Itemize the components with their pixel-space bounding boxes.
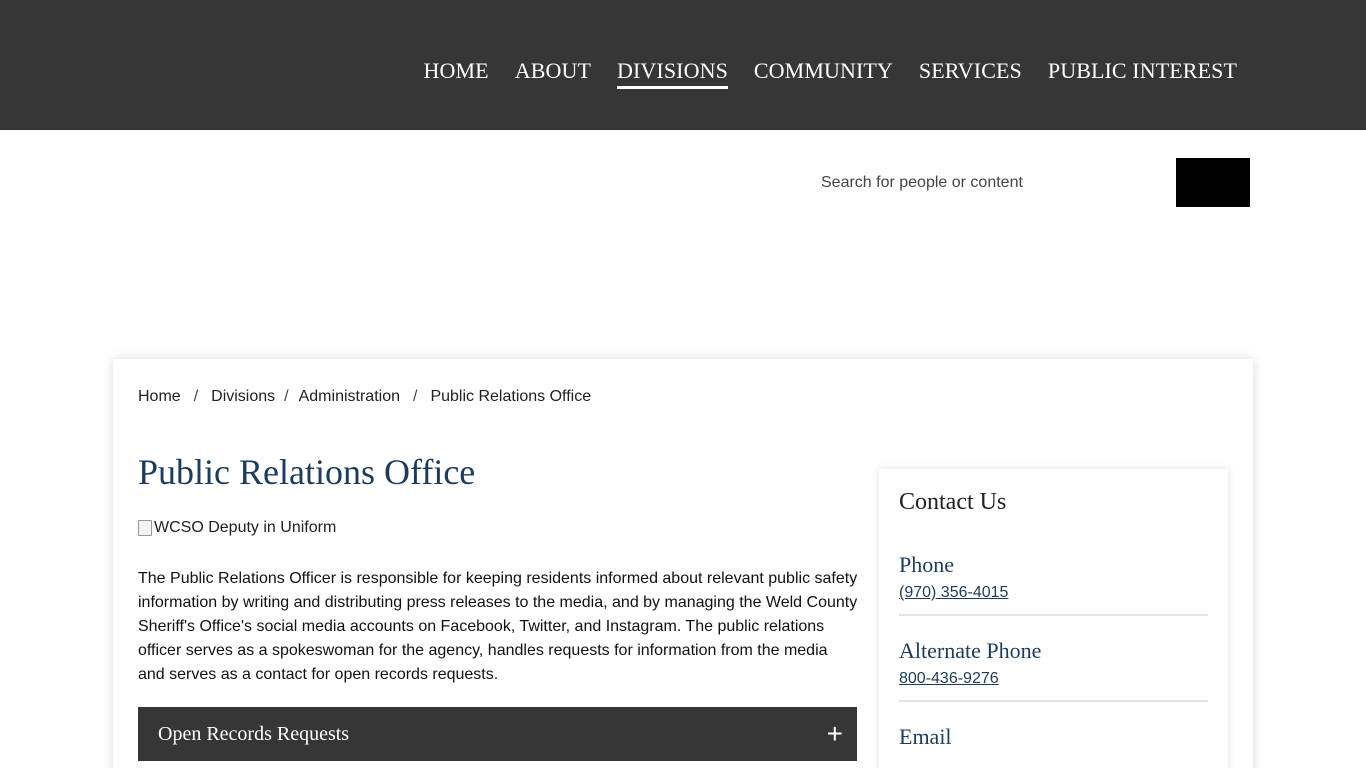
contact-phone: Phone (970) 356-4015 bbox=[899, 552, 1208, 616]
content-card: Home / Divisions / Administration / Publ… bbox=[113, 359, 1253, 768]
breadcrumb-divisions[interactable]: Divisions bbox=[211, 388, 275, 406]
image-alt-text: WCSO Deputy in Uniform bbox=[154, 519, 337, 536]
nav-public-interest[interactable]: PUBLIC INTEREST bbox=[1048, 58, 1237, 89]
contact-label: Phone bbox=[899, 552, 954, 577]
breadcrumb-home[interactable]: Home bbox=[138, 388, 181, 406]
page-title: Public Relations Office bbox=[138, 452, 476, 492]
search-button[interactable] bbox=[1176, 158, 1250, 207]
breadcrumb-separator: / bbox=[193, 388, 199, 405]
alternate-phone-link[interactable]: 800-436-9276 bbox=[899, 670, 999, 688]
nav-services[interactable]: SERVICES bbox=[919, 58, 1022, 89]
breadcrumb-separator: / bbox=[284, 388, 289, 405]
contact-panel: Contact Us Phone (970) 356-4015 Alternat… bbox=[879, 469, 1228, 768]
phone-link[interactable]: (970) 356-4015 bbox=[899, 584, 1008, 602]
broken-image-icon bbox=[138, 520, 152, 536]
accordion-title: Open Records Requests bbox=[158, 722, 350, 745]
plus-icon: + bbox=[826, 718, 843, 749]
nav-community[interactable]: COMMUNITY bbox=[754, 58, 893, 89]
contact-alternate-phone: Alternate Phone 800-436-9276 bbox=[899, 638, 1208, 702]
nav-home[interactable]: HOME bbox=[424, 58, 489, 89]
deputy-image: WCSO Deputy in Uniform bbox=[138, 519, 336, 537]
accordion-open-records[interactable]: Open Records Requests + bbox=[138, 707, 857, 761]
contact-email-label: Email bbox=[899, 724, 952, 749]
nav-about[interactable]: ABOUT bbox=[515, 58, 591, 89]
search-input[interactable] bbox=[806, 158, 1176, 207]
breadcrumb: Home / Divisions / Administration / Publ… bbox=[138, 388, 591, 406]
site-header: HOME ABOUT DIVISIONS COMMUNITY SERVICES … bbox=[0, 0, 1366, 130]
breadcrumb-separator: / bbox=[412, 388, 418, 405]
contact-title: Contact Us bbox=[899, 489, 1007, 515]
nav-divisions[interactable]: DIVISIONS bbox=[617, 58, 728, 89]
contact-label: Alternate Phone bbox=[899, 638, 1042, 663]
breadcrumb-current: Public Relations Office bbox=[430, 388, 592, 405]
description-paragraph: The Public Relations Officer is responsi… bbox=[138, 570, 858, 683]
breadcrumb-administration[interactable]: Administration bbox=[299, 388, 400, 406]
search-bar bbox=[806, 158, 1250, 207]
main-nav: HOME ABOUT DIVISIONS COMMUNITY SERVICES … bbox=[398, 58, 1237, 89]
